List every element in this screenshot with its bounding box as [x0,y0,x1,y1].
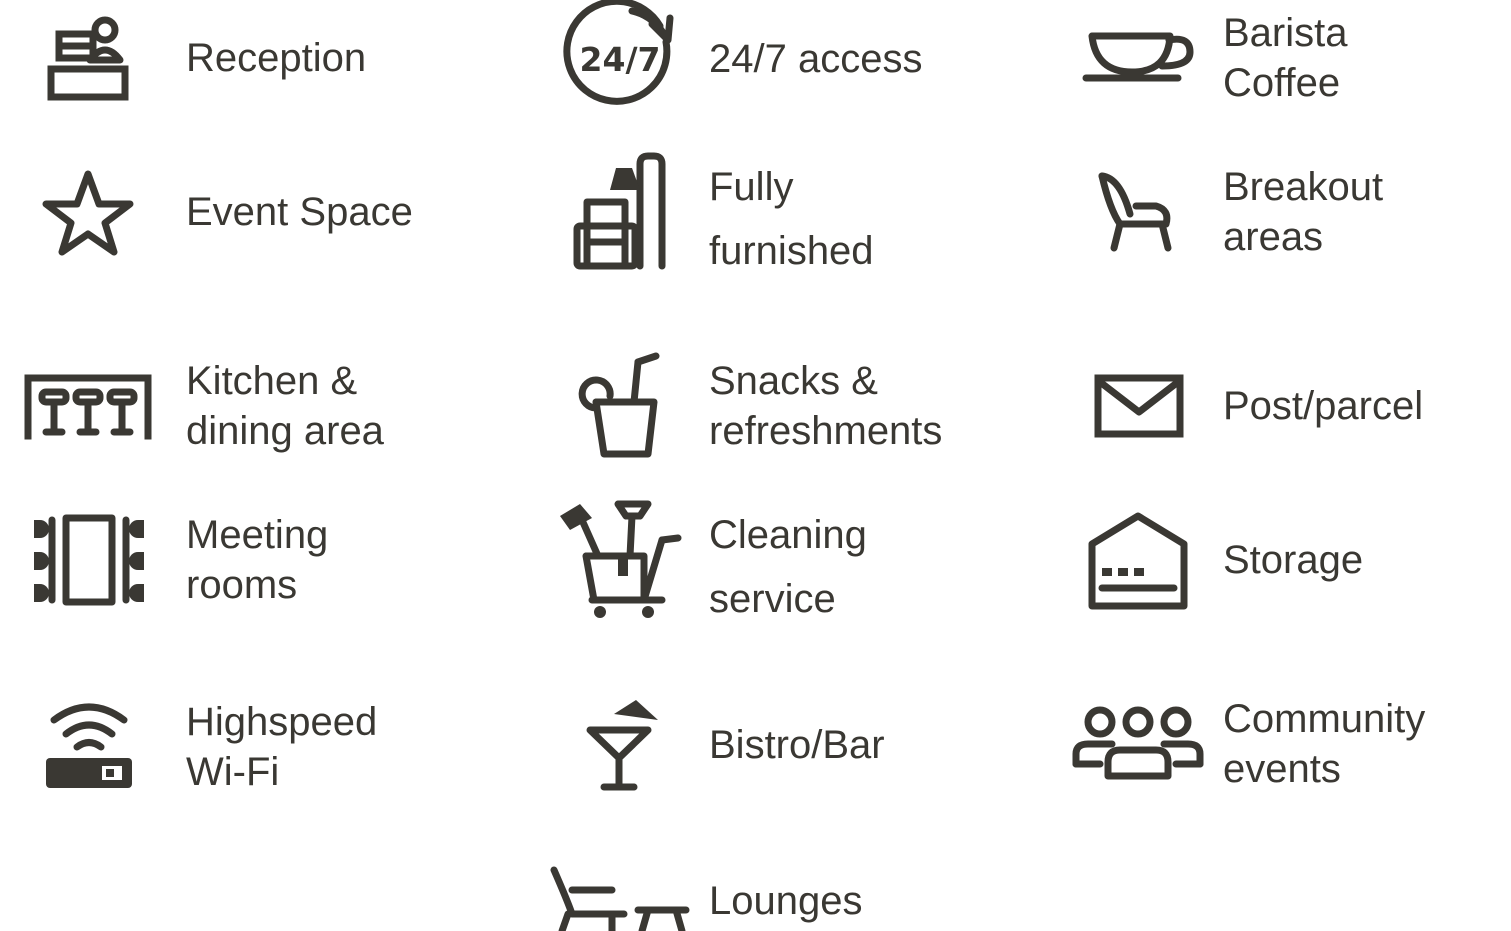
lounge-chair-icon [1096,170,1180,252]
amenity-24-7-label: 24/7 access [709,37,923,81]
people-group-icon [1070,706,1206,782]
reception-desk-icon [44,14,132,102]
amenity-barista-line-1: Barista [1223,11,1348,55]
lounge-chair-table-icon [546,862,692,931]
amenity-meeting-line-1: Meeting [186,513,329,557]
amenity-cleaning-line-1: Cleaning [709,513,867,557]
amenity-furnished-line-2: furnished [709,229,874,273]
clock-24-7-icon: 24/7 [562,0,678,116]
star-icon [42,168,134,256]
amenity-post-parcel-label: Post/parcel [1223,384,1424,428]
amenity-wifi-line-1: Highspeed [186,700,378,744]
amenity-storage-label: Storage [1223,538,1364,582]
drink-cup-icon [576,350,664,462]
svg-text:24/7: 24/7 [580,40,661,79]
storage-house-icon [1086,510,1190,612]
meeting-table-icon [32,512,146,608]
armchair-lamp-icon [570,150,670,272]
coffee-cup-icon [1082,28,1196,86]
amenity-kitchen-line-2: dining area [186,409,384,453]
amenity-barista-line-2: Coffee [1223,61,1341,105]
wifi-router-icon [44,700,134,792]
cocktail-glass-icon [584,696,662,794]
cleaning-cart-icon [556,496,684,622]
amenity-lounges-label: Lounges [709,879,863,923]
amenity-community-line-2: events [1223,747,1341,791]
amenity-bistro-bar-label: Bistro/Bar [709,723,885,767]
amenity-breakout-line-2: areas [1223,215,1324,259]
envelope-icon [1092,372,1186,440]
amenity-furnished-line-1: Fully [709,165,794,209]
amenity-cleaning-line-2: service [709,577,836,621]
amenity-wifi-line-2: Wi-Fi [186,750,280,794]
bar-stools-icon [22,370,154,442]
amenity-community-line-1: Community [1223,697,1426,741]
amenity-meeting-line-2: rooms [186,563,298,607]
amenity-event-space-label: Event Space [186,190,413,234]
amenity-reception-label: Reception [186,36,367,80]
amenity-snacks-line-2: refreshments [709,409,943,453]
amenity-snacks-line-1: Snacks & [709,359,878,403]
amenity-kitchen-line-1: Kitchen & [186,359,358,403]
amenity-breakout-line-1: Breakout [1223,165,1384,209]
